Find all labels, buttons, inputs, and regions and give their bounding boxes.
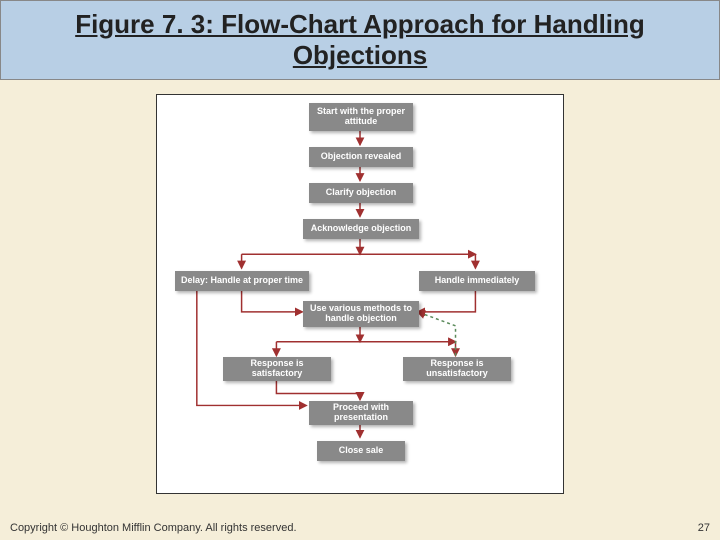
- node-immediate-label: Handle immediately: [435, 276, 520, 286]
- node-start-label: Start with the proper attitude: [313, 107, 409, 127]
- node-start: Start with the proper attitude: [309, 103, 413, 131]
- node-delay-label: Delay: Handle at proper time: [181, 276, 303, 286]
- node-close-label: Close sale: [339, 446, 384, 456]
- node-unsatisfactory: Response is unsatisfactory: [403, 357, 511, 381]
- flowchart: Start with the proper attitude Objection…: [156, 94, 564, 494]
- node-close: Close sale: [317, 441, 405, 461]
- node-proceed-label: Proceed with presentation: [313, 403, 409, 423]
- copyright-text: Copyright © Houghton Mifflin Company. Al…: [10, 522, 297, 534]
- node-methods-label: Use various methods to handle objection: [307, 304, 415, 324]
- slide-title: Figure 7. 3: Flow-Chart Approach for Han…: [11, 9, 709, 71]
- node-satisfactory-label: Response is satisfactory: [227, 359, 327, 379]
- node-methods: Use various methods to handle objection: [303, 301, 419, 327]
- node-unsatisfactory-label: Response is unsatisfactory: [407, 359, 507, 379]
- footer: Copyright © Houghton Mifflin Company. Al…: [10, 522, 710, 534]
- node-clarify-label: Clarify objection: [326, 188, 397, 198]
- node-clarify: Clarify objection: [309, 183, 413, 203]
- node-proceed: Proceed with presentation: [309, 401, 413, 425]
- title-bar: Figure 7. 3: Flow-Chart Approach for Han…: [0, 0, 720, 80]
- page-number: 27: [698, 522, 710, 534]
- node-acknowledge: Acknowledge objection: [303, 219, 419, 239]
- node-acknowledge-label: Acknowledge objection: [311, 224, 412, 234]
- node-revealed-label: Objection revealed: [321, 152, 402, 162]
- node-immediate: Handle immediately: [419, 271, 535, 291]
- node-revealed: Objection revealed: [309, 147, 413, 167]
- node-satisfactory: Response is satisfactory: [223, 357, 331, 381]
- node-delay: Delay: Handle at proper time: [175, 271, 309, 291]
